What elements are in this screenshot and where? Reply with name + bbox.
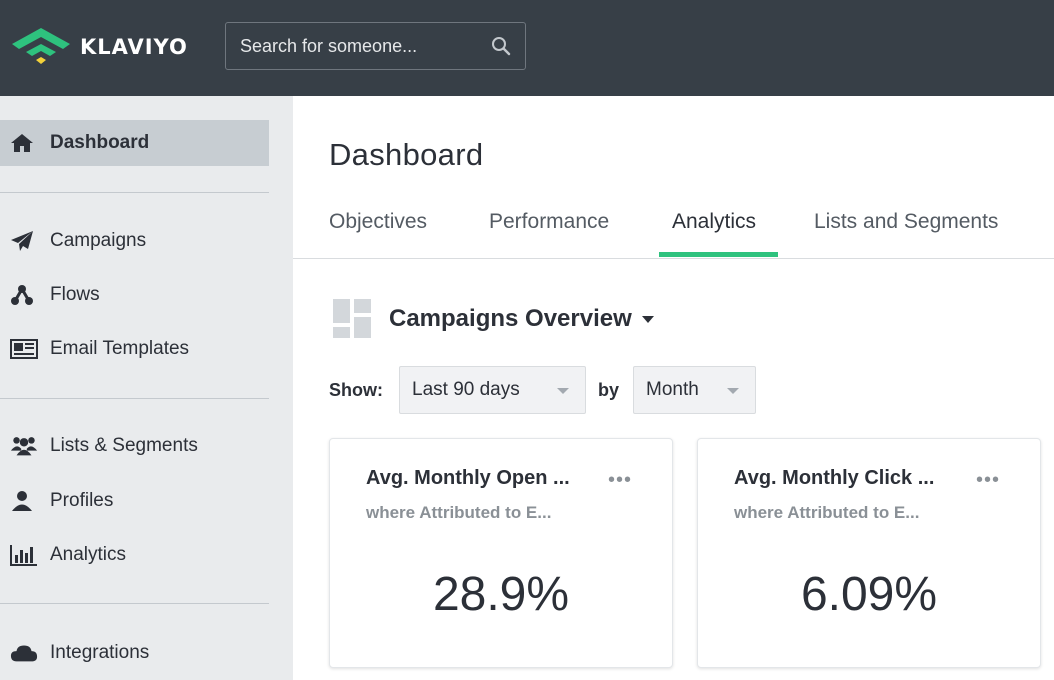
search-input[interactable] — [240, 35, 491, 57]
sidebar-item-label: Dashboard — [50, 132, 150, 153]
dashboard-tabs: Objectives Performance Analytics Lists a… — [293, 204, 1054, 259]
sidebar-item-label: Profiles — [50, 490, 114, 511]
klaviyo-logo[interactable]: KLAVIYO — [10, 26, 188, 66]
active-tab-indicator — [659, 252, 778, 257]
card-title: Avg. Monthly Open ... — [366, 467, 570, 489]
sidebar-divider — [0, 603, 269, 604]
metric-card-open-rate: Avg. Monthly Open ... ••• where Attribut… — [329, 438, 673, 668]
email-template-icon — [10, 338, 38, 360]
sidebar-item-lists-segments[interactable]: Lists & Segments — [0, 423, 269, 469]
sidebar-item-campaigns[interactable]: Campaigns — [0, 218, 269, 264]
sidebar-item-label: Lists & Segments — [50, 435, 198, 456]
logo-wifi-icon — [12, 28, 70, 64]
date-range-value: Last 90 days — [412, 379, 520, 400]
more-options-icon[interactable]: ••• — [608, 469, 632, 492]
dashboard-selector[interactable]: Campaigns Overview — [333, 299, 654, 339]
bar-chart-icon — [10, 544, 38, 566]
sidebar-item-integrations[interactable]: Integrations — [0, 630, 269, 676]
overview-title[interactable]: Campaigns Overview — [389, 305, 632, 333]
cloud-icon — [10, 642, 38, 664]
search-icon[interactable] — [491, 36, 511, 56]
card-title: Avg. Monthly Click ... — [734, 467, 935, 489]
card-subtitle: where Attributed to E... — [734, 503, 920, 522]
top-bar: KLAVIYO — [0, 0, 1054, 96]
tab-analytics[interactable]: Analytics — [672, 210, 756, 258]
dashboard-grid-icon — [333, 299, 371, 338]
tab-performance[interactable]: Performance — [489, 210, 609, 258]
sidebar-item-email-templates[interactable]: Email Templates — [0, 326, 269, 372]
card-value: 6.09% — [800, 568, 938, 621]
period-value: Month — [646, 379, 699, 400]
sidebar: Dashboard Campaigns Flows Email Template… — [0, 96, 293, 680]
sidebar-item-profiles[interactable]: Profiles — [0, 478, 269, 524]
sidebar-item-label: Integrations — [50, 642, 150, 663]
card-value: 28.9% — [432, 568, 570, 621]
period-select[interactable]: Month — [633, 366, 756, 414]
tab-objectives[interactable]: Objectives — [329, 210, 427, 258]
sidebar-item-label: Email Templates — [50, 338, 190, 359]
metric-card-click-rate: Avg. Monthly Click ... ••• where Attribu… — [697, 438, 1041, 668]
sidebar-item-label: Analytics — [50, 544, 127, 565]
dropdown-arrow-icon — [727, 388, 739, 394]
sidebar-item-label: Flows — [50, 284, 100, 305]
card-subtitle: where Attributed to E... — [366, 503, 552, 522]
by-label: by — [598, 380, 620, 400]
user-icon — [10, 490, 38, 512]
page-title: Dashboard — [329, 137, 484, 172]
dropdown-arrow-icon — [557, 388, 569, 394]
date-range-select[interactable]: Last 90 days — [399, 366, 586, 414]
sidebar-item-dashboard[interactable]: Dashboard — [0, 120, 269, 166]
tab-lists-and-segments[interactable]: Lists and Segments — [814, 210, 998, 258]
more-options-icon[interactable]: ••• — [976, 469, 1000, 492]
sidebar-divider — [0, 398, 269, 399]
flows-icon — [10, 284, 38, 306]
paper-plane-icon — [10, 230, 38, 252]
home-icon — [10, 132, 38, 154]
users-icon — [10, 435, 38, 457]
sidebar-item-analytics[interactable]: Analytics — [0, 532, 269, 578]
caret-down-icon[interactable] — [641, 315, 654, 323]
sidebar-item-label: Campaigns — [50, 230, 147, 251]
show-label: Show: — [329, 380, 383, 400]
search-box[interactable] — [225, 22, 526, 70]
logo-text: KLAVIYO — [80, 35, 188, 59]
sidebar-item-flows[interactable]: Flows — [0, 272, 269, 318]
sidebar-divider — [0, 192, 269, 193]
